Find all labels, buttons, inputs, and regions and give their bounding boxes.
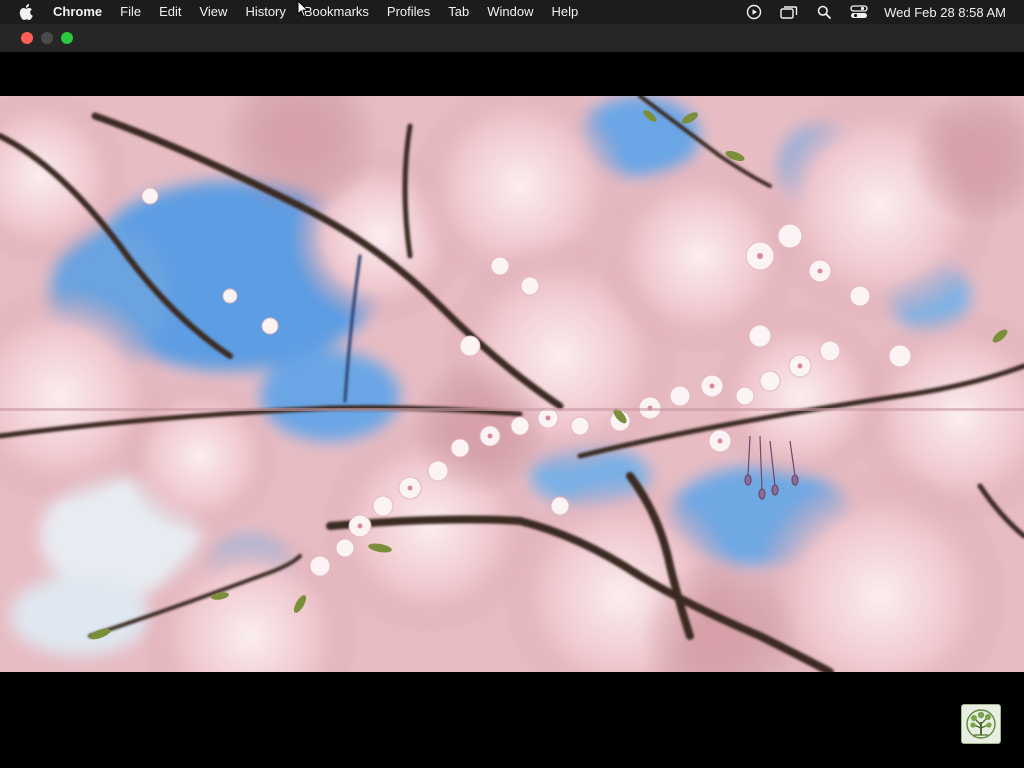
menu-bar: Chrome File Edit View History Bookmarks … (0, 0, 1024, 24)
mouse-pointer-icon (297, 0, 309, 18)
tree-logo-icon (961, 704, 1001, 744)
media-play-icon[interactable] (741, 0, 767, 24)
apple-logo-icon[interactable] (19, 4, 33, 20)
menu-profiles[interactable]: Profiles (378, 0, 439, 24)
video-player[interactable] (0, 52, 1024, 768)
menu-help[interactable]: Help (543, 0, 588, 24)
screen-mirroring-icon[interactable] (776, 0, 802, 24)
menu-file[interactable]: File (111, 0, 150, 24)
window-titlebar (0, 24, 1024, 52)
menu-window[interactable]: Window (478, 0, 542, 24)
search-icon[interactable] (811, 0, 837, 24)
window-minimize-button[interactable] (41, 32, 53, 44)
window-close-button[interactable] (21, 32, 33, 44)
cherry-blossom-video-frame[interactable] (0, 96, 1024, 672)
menu-clock[interactable]: Wed Feb 28 8:58 AM (884, 5, 1006, 20)
menu-view[interactable]: View (190, 0, 236, 24)
menu-history[interactable]: History (236, 0, 294, 24)
status-area: Wed Feb 28 8:58 AM (732, 0, 1024, 24)
window-fullscreen-button[interactable] (61, 32, 73, 44)
menu-tab[interactable]: Tab (439, 0, 478, 24)
control-center-icon[interactable] (846, 0, 872, 24)
video-image (0, 96, 1024, 672)
menu-edit[interactable]: Edit (150, 0, 190, 24)
menu-app-name[interactable]: Chrome (49, 0, 111, 24)
